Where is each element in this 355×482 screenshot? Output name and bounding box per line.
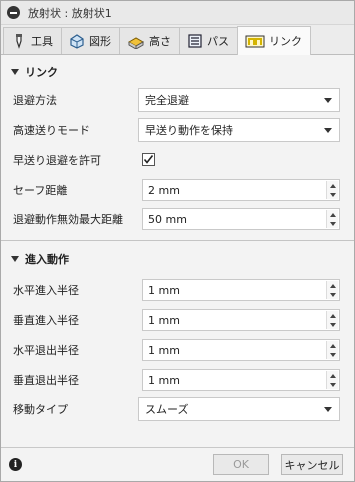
tool-icon <box>16 34 22 49</box>
vertical-lead-out-input[interactable]: 1 mm <box>142 369 340 391</box>
horizontal-lead-out-label: 水平退出半径 <box>13 344 79 357</box>
decrement-icon[interactable] <box>327 380 338 389</box>
increment-icon[interactable] <box>327 210 338 219</box>
retract-policy-label: 退避方法 <box>13 94 57 107</box>
entry-section-header[interactable]: 進入動作 <box>1 247 354 271</box>
vertical-lead-in-input[interactable]: 1 mm <box>142 309 340 331</box>
window-title: 放射状 : 放射状1 <box>28 6 112 20</box>
vertical-lead-out-value: 1 mm <box>148 373 180 387</box>
safe-distance-input[interactable]: 2 mm <box>142 179 340 201</box>
increment-icon[interactable] <box>327 181 338 190</box>
safe-distance-label: セーフ距離 <box>13 184 68 197</box>
decrement-icon[interactable] <box>327 290 338 299</box>
max-stay-down-value: 50 mm <box>148 212 187 226</box>
tab-linking[interactable]: リンク <box>237 26 311 55</box>
vertical-lead-out-stepper[interactable] <box>326 371 338 389</box>
tab-height-label: 高さ <box>149 35 171 48</box>
dropdown-arrow-icon <box>324 98 332 103</box>
checkmark-icon <box>143 155 154 164</box>
vertical-lead-in-value: 1 mm <box>148 313 180 327</box>
collapse-caret-icon <box>11 256 19 262</box>
tab-shape[interactable]: 図形 <box>61 27 120 54</box>
vertical-lead-out-label: 垂直退出半径 <box>13 374 79 387</box>
max-stay-down-input[interactable]: 50 mm <box>142 208 340 230</box>
increment-icon[interactable] <box>327 281 338 290</box>
horizontal-lead-in-stepper[interactable] <box>326 281 338 299</box>
transition-type-value: スムーズ <box>145 403 189 416</box>
horizontal-lead-in-input[interactable]: 1 mm <box>142 279 340 301</box>
max-stay-down-label: 退避動作無効最大距離 <box>13 213 123 226</box>
allow-rapid-retract-checkbox[interactable] <box>142 153 155 166</box>
tab-linking-label: リンク <box>269 35 302 48</box>
shape-icon <box>70 34 84 49</box>
dropdown-arrow-icon <box>324 407 332 412</box>
allow-rapid-retract-label: 早送り退避を許可 <box>13 154 101 167</box>
max-stay-down-row: 退避動作無効最大距離 50 mm <box>13 207 340 231</box>
cancel-button[interactable]: キャンセル <box>281 454 343 475</box>
tab-tool[interactable]: 工具 <box>3 27 62 54</box>
tab-shape-label: 図形 <box>89 35 111 48</box>
decrement-icon[interactable] <box>327 219 338 228</box>
retract-policy-value: 完全退避 <box>145 94 189 107</box>
safe-distance-row: セーフ距離 2 mm <box>13 178 340 202</box>
dropdown-arrow-icon <box>324 128 332 133</box>
decrement-icon[interactable] <box>327 190 338 199</box>
linking-section-title: リンク <box>25 66 58 79</box>
safe-distance-value: 2 mm <box>148 183 180 197</box>
transition-type-select[interactable]: スムーズ <box>138 397 340 421</box>
allow-rapid-retract-row: 早送り退避を許可 <box>13 148 340 172</box>
transition-type-label: 移動タイプ <box>13 403 68 416</box>
tab-tool-label: 工具 <box>31 35 53 48</box>
decrement-icon[interactable] <box>327 350 338 359</box>
info-icon[interactable]: i <box>9 458 22 471</box>
high-feed-mode-label: 高速送りモード <box>13 124 90 137</box>
passes-icon <box>188 34 202 48</box>
horizontal-lead-in-row: 水平進入半径 1 mm <box>13 278 340 302</box>
operation-dialog: 放射状 : 放射状1 工具 図形 高さ パス リンク リンク 退避方法 完全退避… <box>0 0 355 482</box>
entry-section-title: 進入動作 <box>25 253 69 266</box>
transition-type-row: 移動タイプ スムーズ <box>13 397 340 421</box>
collapse-icon[interactable] <box>7 6 20 19</box>
tab-bar: 工具 図形 高さ パス リンク <box>1 25 354 55</box>
max-stay-down-stepper[interactable] <box>326 210 338 228</box>
high-feed-mode-value: 早送り動作を保持 <box>145 124 233 137</box>
safe-distance-stepper[interactable] <box>326 181 338 199</box>
increment-icon[interactable] <box>327 371 338 380</box>
horizontal-lead-out-input[interactable]: 1 mm <box>142 339 340 361</box>
vertical-lead-in-stepper[interactable] <box>326 311 338 329</box>
horizontal-lead-in-label: 水平進入半径 <box>13 284 79 297</box>
tab-passes-label: パス <box>207 35 229 48</box>
dialog-footer: i OK キャンセル <box>1 447 354 481</box>
horizontal-lead-out-row: 水平退出半径 1 mm <box>13 338 340 362</box>
high-feed-mode-select[interactable]: 早送り動作を保持 <box>138 118 340 142</box>
linking-section-header[interactable]: リンク <box>1 60 354 84</box>
collapse-caret-icon <box>11 69 19 75</box>
linking-icon <box>245 35 265 48</box>
tab-height[interactable]: 高さ <box>119 27 180 54</box>
height-icon <box>127 37 145 49</box>
section-divider <box>1 240 354 241</box>
retract-policy-row: 退避方法 完全退避 <box>13 88 340 112</box>
horizontal-lead-out-value: 1 mm <box>148 343 180 357</box>
vertical-lead-in-label: 垂直進入半径 <box>13 314 79 327</box>
ok-button[interactable]: OK <box>213 454 269 475</box>
decrement-icon[interactable] <box>327 320 338 329</box>
increment-icon[interactable] <box>327 341 338 350</box>
vertical-lead-in-row: 垂直進入半径 1 mm <box>13 308 340 332</box>
title-bar: 放射状 : 放射状1 <box>1 1 354 25</box>
horizontal-lead-in-value: 1 mm <box>148 283 180 297</box>
horizontal-lead-out-stepper[interactable] <box>326 341 338 359</box>
tab-passes[interactable]: パス <box>179 27 238 54</box>
retract-policy-select[interactable]: 完全退避 <box>138 88 340 112</box>
high-feed-mode-row: 高速送りモード 早送り動作を保持 <box>13 118 340 142</box>
vertical-lead-out-row: 垂直退出半径 1 mm <box>13 368 340 392</box>
increment-icon[interactable] <box>327 311 338 320</box>
